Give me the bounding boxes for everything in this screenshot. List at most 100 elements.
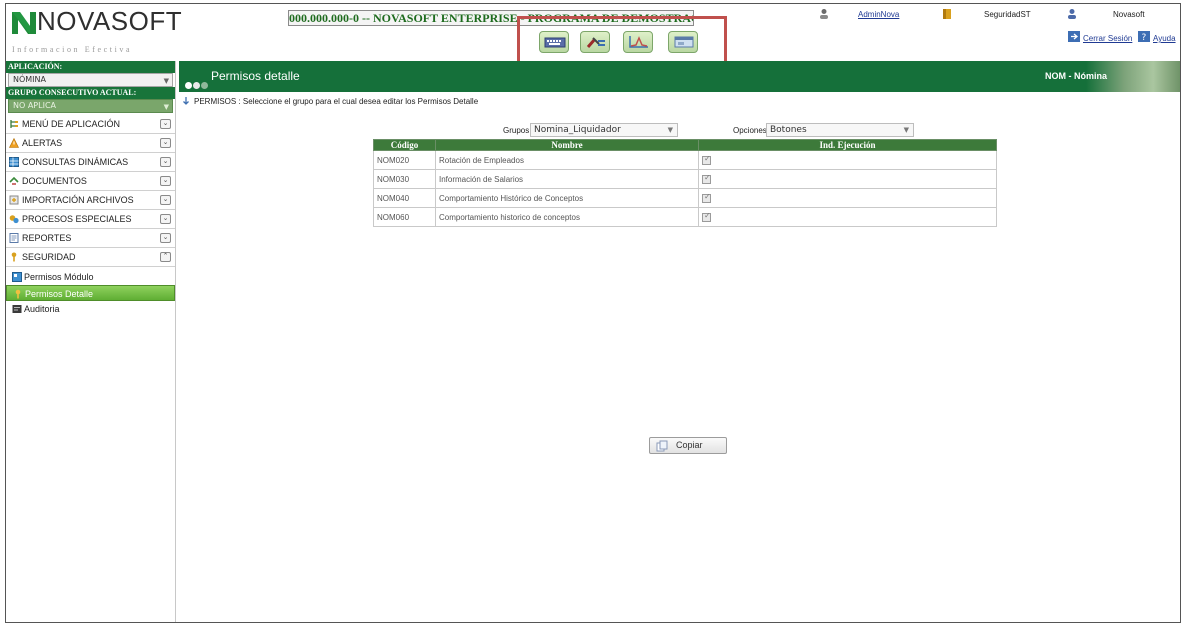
chevron-down-icon: ▼ — [163, 103, 169, 111]
dot-icon — [201, 82, 208, 89]
collapse-icon[interactable]: ⌃ — [160, 252, 171, 262]
menu-item-seguridad[interactable]: SEGURIDAD ⌃ — [6, 248, 175, 267]
table-row: NOM020 Rotación de Empleados — [373, 150, 997, 170]
ejecucion-checkbox[interactable] — [702, 192, 711, 203]
copy-button-label: Copiar — [676, 440, 703, 450]
menu-item-procesos-especiales[interactable]: PROCESOS ESPECIALES ⌄ — [6, 210, 175, 229]
company-prefix: 000.000.000-0 -- NOVASOFT ENTERPRISE - — [289, 11, 528, 25]
documents-icon — [9, 176, 19, 185]
menu-item-documentos[interactable]: DOCUMENTOS ⌄ — [6, 172, 175, 191]
copy-button[interactable]: Copiar — [649, 437, 727, 454]
app-select-value: NÓMINA — [13, 75, 46, 84]
grupos-label: Grupos — [503, 126, 530, 135]
permissions-table: Código Nombre Ind. Ejecución NOM020 Rota… — [373, 139, 997, 227]
opciones-select-value: Botones — [770, 125, 807, 135]
logo-mark-icon — [12, 12, 36, 34]
menu-item-label: CONSULTAS DINÁMICAS — [22, 157, 129, 167]
submenu-item-label: Auditoria — [24, 304, 60, 314]
menu-item-alertas[interactable]: ALERTAS ⌄ — [6, 134, 175, 153]
info-arrow-icon — [183, 97, 189, 105]
table-header-row: Código Nombre Ind. Ejecución — [373, 139, 997, 151]
menu-item-consultas-dinamicas[interactable]: CONSULTAS DINÁMICAS ⌄ — [6, 153, 175, 172]
keyboard-button[interactable] — [539, 31, 569, 53]
window-icon — [674, 36, 694, 48]
dot-icon — [185, 82, 192, 89]
user-link[interactable]: AdminNova — [858, 10, 899, 24]
submenu-item-permisos-modulo[interactable]: Permisos Módulo — [6, 269, 175, 285]
page-titlebar: Permisos detalle NOM - Nómina — [179, 61, 1180, 92]
cell-code: NOM030 — [373, 169, 436, 189]
menu-item-importacion-archivos[interactable]: IMPORTACIÓN ARCHIVOS ⌄ — [6, 191, 175, 210]
menu-item-menu-aplicacion[interactable]: MENÚ DE APLICACIÓN ⌄ — [6, 115, 175, 134]
expand-icon[interactable]: ⌄ — [160, 176, 171, 186]
opciones-select[interactable]: Botones ▼ — [766, 123, 914, 137]
ejecucion-checkbox[interactable] — [702, 173, 711, 184]
grupos-select-value: Nomina_Liquidador — [534, 125, 621, 135]
app-window: NOVASOFT Informacion Efectiva 000.000.00… — [5, 3, 1181, 623]
help-link[interactable]: Ayuda — [1153, 34, 1176, 43]
audit-icon — [12, 305, 22, 313]
keyboard-icon — [544, 37, 566, 48]
menu-item-label: IMPORTACIÓN ARCHIVOS — [22, 195, 134, 205]
column-header-codigo[interactable]: Código — [373, 139, 436, 151]
chevron-down-icon: ▼ — [163, 77, 169, 85]
menu-item-label: SEGURIDAD — [22, 252, 76, 262]
logout-link[interactable]: Cerrar Sesión — [1083, 34, 1132, 43]
help-label[interactable]: Ayuda — [1153, 34, 1176, 43]
cell-ejecucion — [698, 207, 997, 227]
logout-label[interactable]: Cerrar Sesión — [1083, 34, 1132, 43]
expand-icon[interactable]: ⌄ — [160, 157, 171, 167]
grupos-select[interactable]: Nomina_Liquidador ▼ — [530, 123, 678, 137]
gears-icon — [9, 215, 19, 224]
group-select-value: NO APLICA — [13, 101, 56, 110]
menu-item-label: DOCUMENTOS — [22, 176, 87, 186]
chart-button[interactable] — [623, 31, 653, 53]
tools-icon — [586, 37, 605, 48]
help-icon: ? — [1138, 31, 1150, 42]
cell-code: NOM020 — [373, 150, 436, 170]
cell-name: Comportamiento historico de conceptos — [435, 207, 699, 227]
table-row: NOM040 Comportamiento Histórico de Conce… — [373, 188, 997, 208]
submenu-item-label: Permisos Módulo — [24, 272, 94, 282]
group-label: GRUPO CONSECUTIVO ACTUAL: — [6, 87, 175, 99]
chevron-down-icon: ▼ — [903, 126, 909, 134]
table-row: NOM060 Comportamiento historico de conce… — [373, 207, 997, 227]
app-select[interactable]: NÓMINA ▼ — [8, 73, 173, 87]
submenu-item-permisos-detalle[interactable]: Permisos Detalle — [6, 285, 175, 301]
column-header-ind-ejecucion[interactable]: Ind. Ejecución — [698, 139, 997, 151]
cell-code: NOM060 — [373, 207, 436, 227]
window-button[interactable] — [668, 31, 698, 53]
tools-button[interactable] — [580, 31, 610, 53]
ejecucion-checkbox[interactable] — [702, 154, 711, 165]
page-title: Permisos detalle — [211, 69, 300, 83]
user-name[interactable]: AdminNova — [858, 10, 899, 19]
sidebar: APLICACIÓN: NÓMINA ▼ GRUPO CONSECUTIVO A… — [6, 61, 176, 622]
table-row: NOM030 Información de Salarios — [373, 169, 997, 189]
expand-icon[interactable]: ⌄ — [160, 233, 171, 243]
tree-icon — [10, 120, 18, 128]
expand-icon[interactable]: ⌄ — [160, 195, 171, 205]
cell-ejecucion — [698, 188, 997, 208]
logo-tagline: Informacion Efectiva — [12, 45, 133, 54]
cell-ejecucion — [698, 150, 997, 170]
group-name: SeguridadST — [984, 10, 1031, 19]
company-name: Novasoft — [1113, 10, 1145, 19]
expand-icon[interactable]: ⌄ — [160, 138, 171, 148]
novasoft-logo: NOVASOFT Informacion Efectiva — [10, 6, 182, 58]
cell-name: Información de Salarios — [435, 169, 699, 189]
submenu-item-label: Permisos Detalle — [25, 289, 94, 299]
ejecucion-checkbox[interactable] — [702, 211, 711, 222]
expand-icon[interactable]: ⌄ — [160, 119, 171, 129]
submenu-item-auditoria[interactable]: Auditoria — [6, 301, 175, 317]
group-select[interactable]: NO APLICA ▼ — [8, 99, 173, 113]
expand-icon[interactable]: ⌄ — [160, 214, 171, 224]
copy-icon — [656, 440, 668, 452]
warning-icon — [9, 138, 19, 148]
menu-item-label: REPORTES — [22, 233, 72, 243]
column-header-nombre[interactable]: Nombre — [435, 139, 699, 151]
titlebar-dots — [185, 74, 209, 92]
menu-item-reportes[interactable]: REPORTES ⌄ — [6, 229, 175, 248]
cell-code: NOM040 — [373, 188, 436, 208]
cell-name: Rotación de Empleados — [435, 150, 699, 170]
dot-icon — [193, 82, 200, 89]
